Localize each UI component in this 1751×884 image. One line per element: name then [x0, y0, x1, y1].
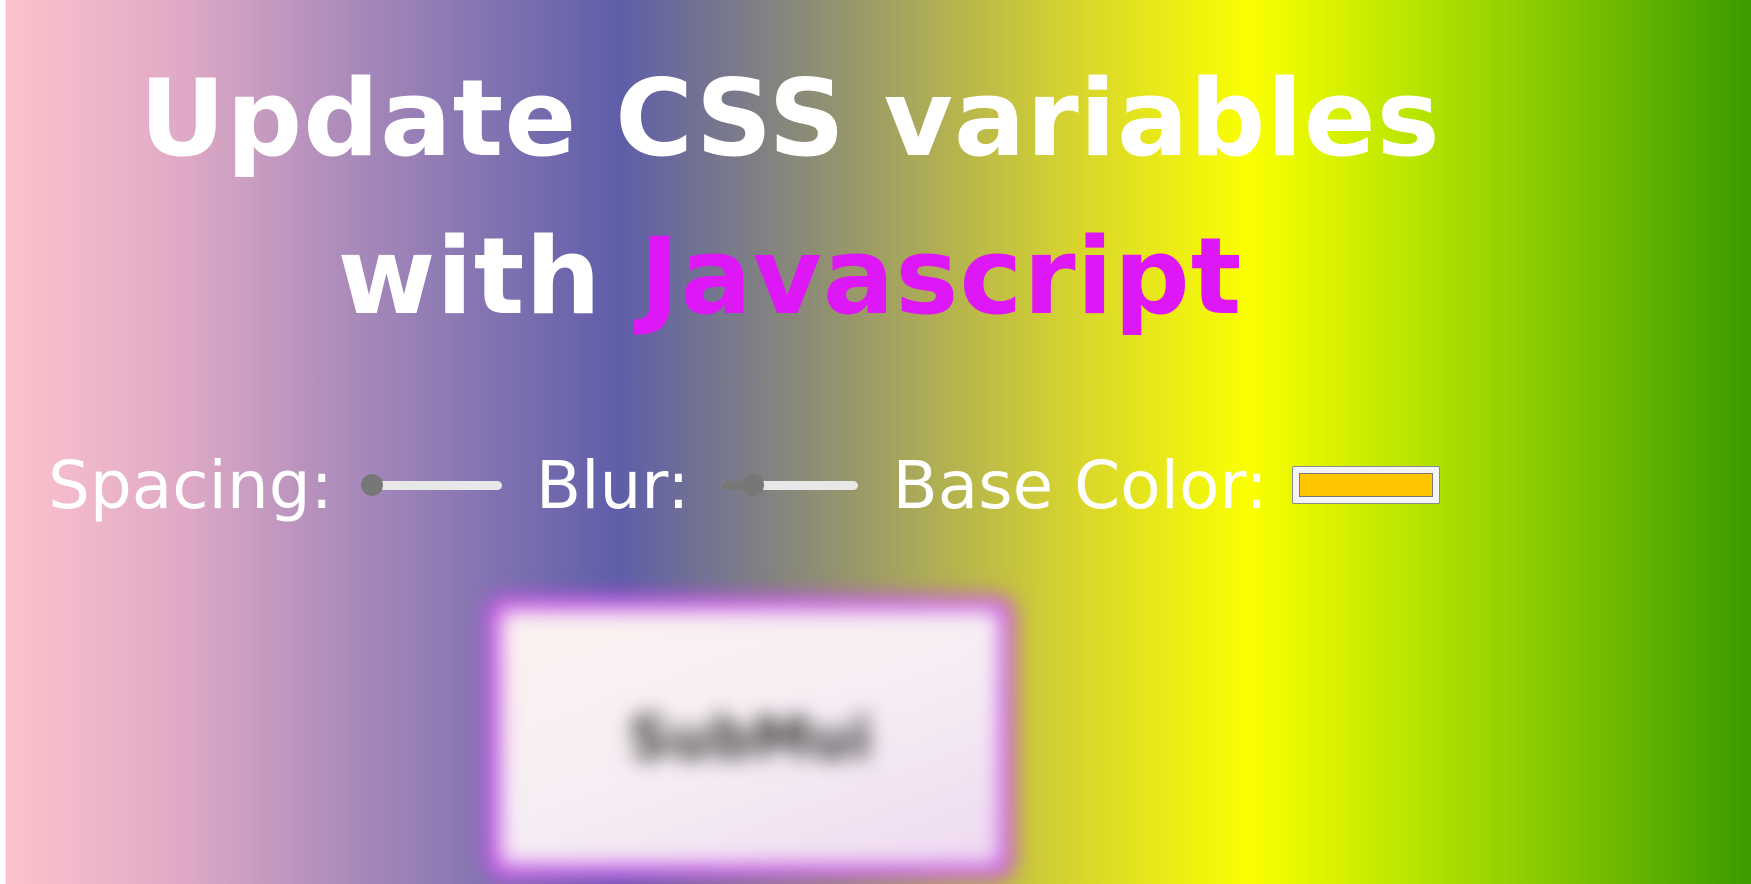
spacing-slider-thumb[interactable]: [360, 474, 383, 496]
blur-label: Blur:: [535, 446, 690, 524]
base-color-swatch: [1298, 473, 1433, 497]
base-color-label: Base Color:: [892, 446, 1268, 524]
controls-bar: Spacing: Blur: Base Color:: [48, 445, 1440, 525]
blur-slider-thumb[interactable]: [742, 474, 765, 496]
base-color-picker[interactable]: [1291, 466, 1440, 504]
title-line-2-prefix: with: [337, 215, 640, 338]
title-line-1: Update CSS variables: [139, 57, 1441, 180]
blurred-image-text: SubMui: [628, 703, 872, 772]
page-title: Update CSS variables with Javascript: [0, 40, 1580, 356]
blur-slider[interactable]: [717, 470, 862, 500]
title-highlight: Javascript: [639, 215, 1243, 338]
spacing-slider[interactable]: [360, 470, 506, 500]
spacing-slider-track: [364, 481, 502, 490]
blurred-image: SubMui: [500, 610, 1000, 865]
spacing-label: Spacing:: [48, 446, 333, 524]
